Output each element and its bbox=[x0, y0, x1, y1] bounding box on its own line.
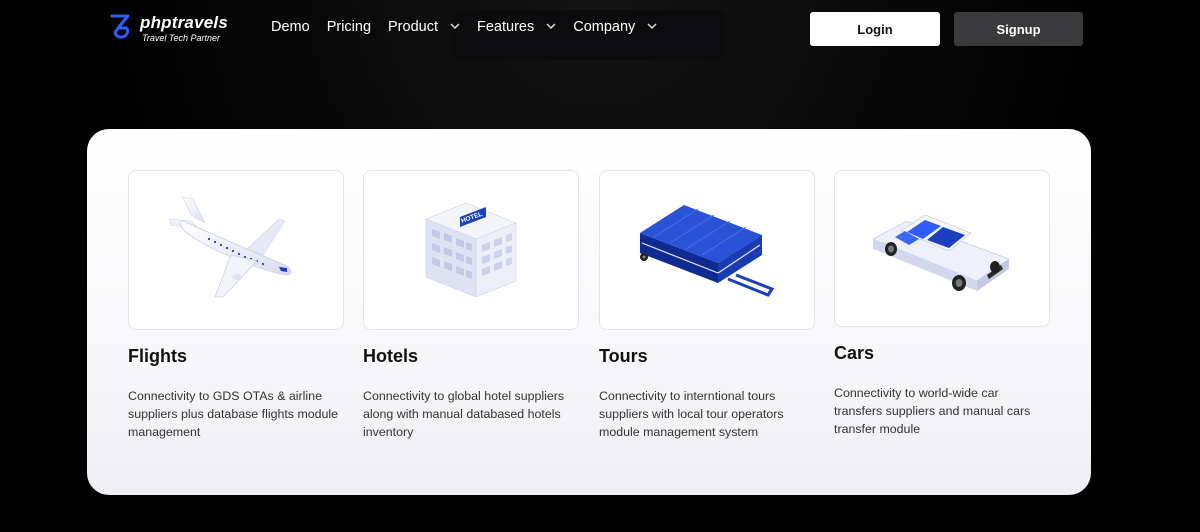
nav-item-label: Demo bbox=[271, 19, 310, 35]
nav-dropdown-backdrop bbox=[453, 10, 725, 60]
chevron-down-icon bbox=[647, 21, 657, 33]
module-title: Flights bbox=[128, 346, 187, 366]
nav-item-label: Features bbox=[477, 19, 535, 35]
nav-item-label: Product bbox=[388, 19, 438, 35]
brand-name: phptravels bbox=[140, 13, 228, 32]
main-nav: Demo Pricing Product Features Company bbox=[271, 19, 674, 35]
car-icon bbox=[867, 191, 1017, 306]
module-title: Cars bbox=[834, 343, 875, 363]
page: phptravels Travel Tech Partner Demo Pric… bbox=[0, 0, 1200, 532]
modules-panel: Flights Connectivity to GDS OTAs & airli… bbox=[87, 129, 1091, 495]
nav-item-company[interactable]: Company bbox=[573, 19, 657, 35]
brand-logo[interactable]: phptravels Travel Tech Partner bbox=[108, 12, 228, 45]
module-card-tours: Tours Connectivity to interntional tours… bbox=[599, 170, 815, 439]
login-button[interactable]: Login bbox=[810, 12, 940, 46]
module-image-cars[interactable] bbox=[834, 170, 1050, 327]
hotel-building-icon: HOTEL bbox=[416, 193, 526, 308]
nav-item-pricing[interactable]: Pricing bbox=[327, 19, 371, 35]
nav-item-label: Company bbox=[573, 19, 636, 35]
module-image-tours[interactable] bbox=[599, 170, 815, 330]
module-description: Connectivity to global hotel suppliers a… bbox=[363, 389, 565, 439]
nav-item-features[interactable]: Features bbox=[477, 19, 556, 35]
chevron-down-icon bbox=[546, 21, 556, 33]
nav-item-product[interactable]: Product bbox=[388, 19, 460, 35]
suitcase-icon bbox=[632, 193, 782, 308]
module-image-hotels[interactable]: HOTEL bbox=[363, 170, 579, 330]
airplane-icon bbox=[161, 193, 311, 308]
phptravels-logo-icon bbox=[108, 12, 134, 45]
module-description: Connectivity to world-wide car transfers… bbox=[834, 386, 1031, 436]
module-card-flights: Flights Connectivity to GDS OTAs & airli… bbox=[128, 170, 344, 439]
chevron-down-icon bbox=[450, 21, 460, 33]
nav-item-demo[interactable]: Demo bbox=[271, 19, 310, 35]
module-card-hotels: HOTEL Hotels Connectivity to global hote… bbox=[363, 170, 579, 439]
brand-tagline: Travel Tech Partner bbox=[142, 33, 221, 43]
module-image-flights[interactable] bbox=[128, 170, 344, 330]
nav-item-label: Pricing bbox=[326, 19, 372, 35]
module-description: Connectivity to interntional tours suppl… bbox=[599, 389, 784, 439]
module-card-cars: Cars Connectivity to world-wide car tran… bbox=[834, 170, 1050, 436]
module-title: Tours bbox=[599, 346, 648, 366]
module-description: Connectivity to GDS OTAs & airline suppl… bbox=[128, 389, 339, 439]
brand-text: phptravels Travel Tech Partner bbox=[140, 14, 228, 43]
signup-button[interactable]: Signup bbox=[954, 12, 1083, 46]
module-title: Hotels bbox=[363, 346, 419, 366]
site-header: phptravels Travel Tech Partner Demo Pric… bbox=[0, 0, 1200, 60]
